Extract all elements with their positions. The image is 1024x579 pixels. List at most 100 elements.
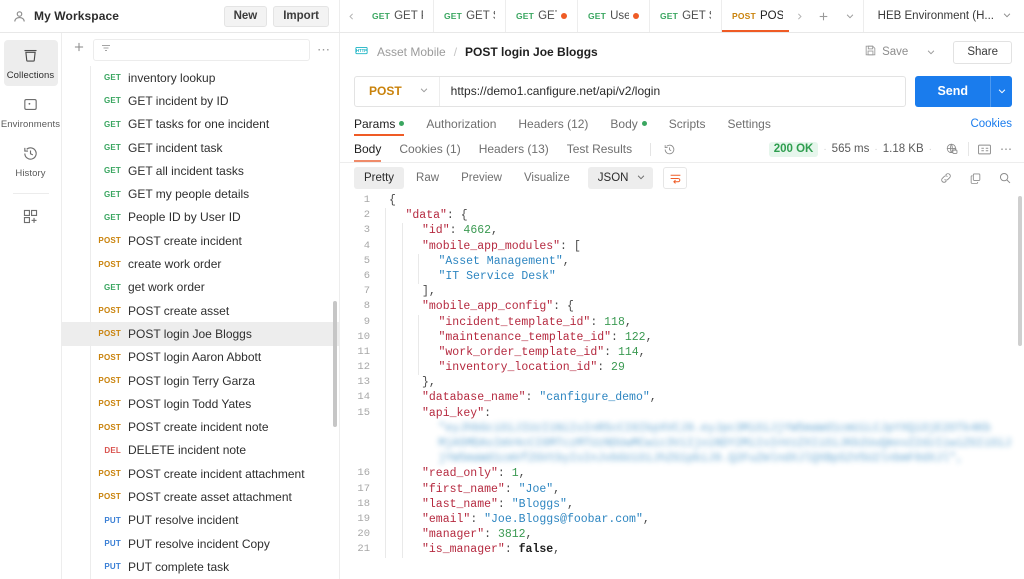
tab-label: User	[610, 10, 629, 22]
list-item[interactable]: GET People ID by User ID	[62, 206, 339, 229]
rail-item-environments[interactable]: Environments	[1, 89, 60, 135]
line-number: 1	[363, 194, 370, 206]
response-section-tab[interactable]: Test Results	[567, 136, 632, 162]
list-item[interactable]: GET get work order	[62, 276, 339, 299]
breadcrumb-collection[interactable]: Asset Mobile	[377, 45, 446, 59]
list-item[interactable]: POST POST create asset attachment	[62, 485, 339, 508]
list-item[interactable]: GET GET all incident tasks	[62, 159, 339, 182]
sidebar-scrollbar[interactable]	[333, 301, 337, 427]
url-box: POST	[354, 75, 907, 107]
rail-item-history[interactable]: History	[4, 138, 58, 184]
response-section-tab[interactable]: Cookies (1)	[399, 136, 460, 162]
import-button[interactable]: Import	[273, 5, 329, 27]
ellipsis-icon[interactable]: ⋯	[317, 42, 331, 58]
chevron-right-icon[interactable]	[789, 0, 811, 32]
method-selector[interactable]: POST	[355, 76, 440, 106]
code-line: 18 "last_name": "Bloggs",	[340, 496, 1024, 512]
indent-guide	[385, 375, 386, 391]
code-text: "is_manager": false,	[380, 542, 1024, 558]
list-item[interactable]: POST POST login Joe Bloggs	[62, 322, 339, 346]
code-tokens: "manager": 3812,	[380, 528, 532, 541]
list-item[interactable]: GET inventory lookup	[62, 66, 339, 89]
list-item[interactable]: POST POST create asset	[62, 299, 339, 322]
request-tab[interactable]: GETGET P	[362, 0, 434, 32]
list-item[interactable]: POST POST create incident	[62, 229, 339, 252]
response-body[interactable]: 1{2 "data": {3 "id": 4662, 4 "mobile_app_mod…	[340, 193, 1024, 579]
list-item[interactable]: POST POST login Todd Yates	[62, 392, 339, 415]
ellipsis-icon[interactable]: ⋯	[1000, 142, 1012, 156]
screenshot-icon[interactable]	[977, 143, 992, 156]
code-token: 114	[617, 345, 639, 359]
list-item[interactable]: PUT PUT resolve incident	[62, 509, 339, 532]
chevron-down-icon[interactable]	[837, 0, 863, 32]
request-method-label: POST	[98, 469, 121, 479]
rail-item-collections[interactable]: Collections	[3, 40, 58, 86]
request-tab[interactable]: GETGET	[506, 0, 578, 32]
request-section-tab[interactable]: Settings	[727, 111, 770, 136]
code-text: "manager": 3812,	[380, 527, 1024, 543]
list-item[interactable]: GET GET tasks for one incident	[62, 113, 339, 136]
share-button[interactable]: Share	[953, 40, 1012, 64]
plus-icon[interactable]	[72, 40, 86, 59]
list-item[interactable]: POST POST create incident note	[62, 415, 339, 438]
word-wrap-icon[interactable]	[663, 167, 688, 189]
list-item[interactable]: DEL DELETE incident note	[62, 439, 339, 462]
response-view-tab[interactable]: Pretty	[354, 167, 405, 189]
add-apps-button[interactable]	[4, 201, 58, 233]
response-view-tab[interactable]: Visualize	[514, 167, 580, 189]
response-section-tab[interactable]: Body	[354, 136, 382, 162]
send-button[interactable]: Send	[915, 75, 990, 107]
list-item[interactable]: POST POST login Terry Garza	[62, 369, 339, 392]
request-section-tab[interactable]: Headers (12)	[518, 111, 588, 136]
list-item[interactable]: GET GET my people details	[62, 182, 339, 205]
tab-method-label: GET	[588, 11, 607, 21]
list-item[interactable]: POST POST create incident attachment	[62, 462, 339, 485]
cookies-link[interactable]: Cookies	[970, 118, 1012, 130]
request-tab[interactable]: GETGET S	[650, 0, 722, 32]
request-tab[interactable]: GETUser	[578, 0, 650, 32]
code-scrollbar[interactable]	[1018, 196, 1022, 346]
list-item[interactable]: POST create work order	[62, 252, 339, 275]
url-input[interactable]	[439, 76, 906, 106]
environment-selector[interactable]: HEB Environment (H...	[862, 0, 1024, 32]
chevron-down-icon[interactable]	[921, 47, 941, 57]
plus-icon[interactable]	[811, 0, 837, 32]
request-label: DELETE incident note	[128, 443, 247, 458]
search-input[interactable]	[93, 38, 310, 61]
search-icon[interactable]	[998, 171, 1012, 185]
save-disk-icon	[864, 44, 877, 60]
format-selector[interactable]: JSON	[587, 167, 654, 189]
code-text: "work_order_template_id": 114,	[380, 344, 1024, 361]
chevron-left-icon[interactable]	[340, 0, 362, 32]
response-view-tab[interactable]: Raw	[406, 167, 449, 189]
send-options-button[interactable]	[990, 75, 1012, 107]
rail-label: Collections	[6, 70, 55, 81]
copy-icon[interactable]	[969, 172, 982, 185]
code-line: 20 "manager": 3812,	[340, 527, 1024, 543]
request-section-tab[interactable]: Params	[354, 111, 405, 136]
new-button[interactable]: New	[223, 5, 268, 27]
request-section-tab[interactable]: Scripts	[669, 111, 706, 136]
request-method-label: PUT	[104, 515, 121, 525]
request-label: PUT complete task	[128, 559, 230, 574]
list-item[interactable]: GET GET incident task	[62, 136, 339, 159]
code-text: "IT Service Desk"	[380, 268, 1024, 285]
list-item[interactable]: POST POST login Aaron Abbott	[62, 346, 339, 369]
save-button[interactable]: Save	[859, 41, 913, 63]
globe-lock-icon[interactable]	[945, 142, 959, 156]
divider	[650, 142, 652, 156]
list-item[interactable]: PUT PUT resolve incident Copy	[62, 532, 339, 555]
code-token: {	[566, 300, 574, 314]
response-view-tab[interactable]: Preview	[451, 167, 512, 189]
request-section-tab[interactable]: Authorization	[426, 111, 496, 136]
list-item[interactable]: PUT PUT complete task	[62, 555, 339, 578]
request-tab[interactable]: POST POS	[722, 0, 789, 32]
response-section-tab[interactable]: Headers (13)	[479, 136, 549, 162]
request-section-tab[interactable]: Body	[610, 111, 647, 136]
link-icon[interactable]	[939, 171, 953, 185]
clock-rewind-icon[interactable]	[663, 143, 676, 156]
list-item[interactable]: GET GET incident by ID	[62, 89, 339, 112]
code-token: ],	[422, 285, 436, 299]
request-tab[interactable]: GETGET S	[434, 0, 506, 32]
code-line: 5 "Asset Management",	[340, 253, 1024, 269]
